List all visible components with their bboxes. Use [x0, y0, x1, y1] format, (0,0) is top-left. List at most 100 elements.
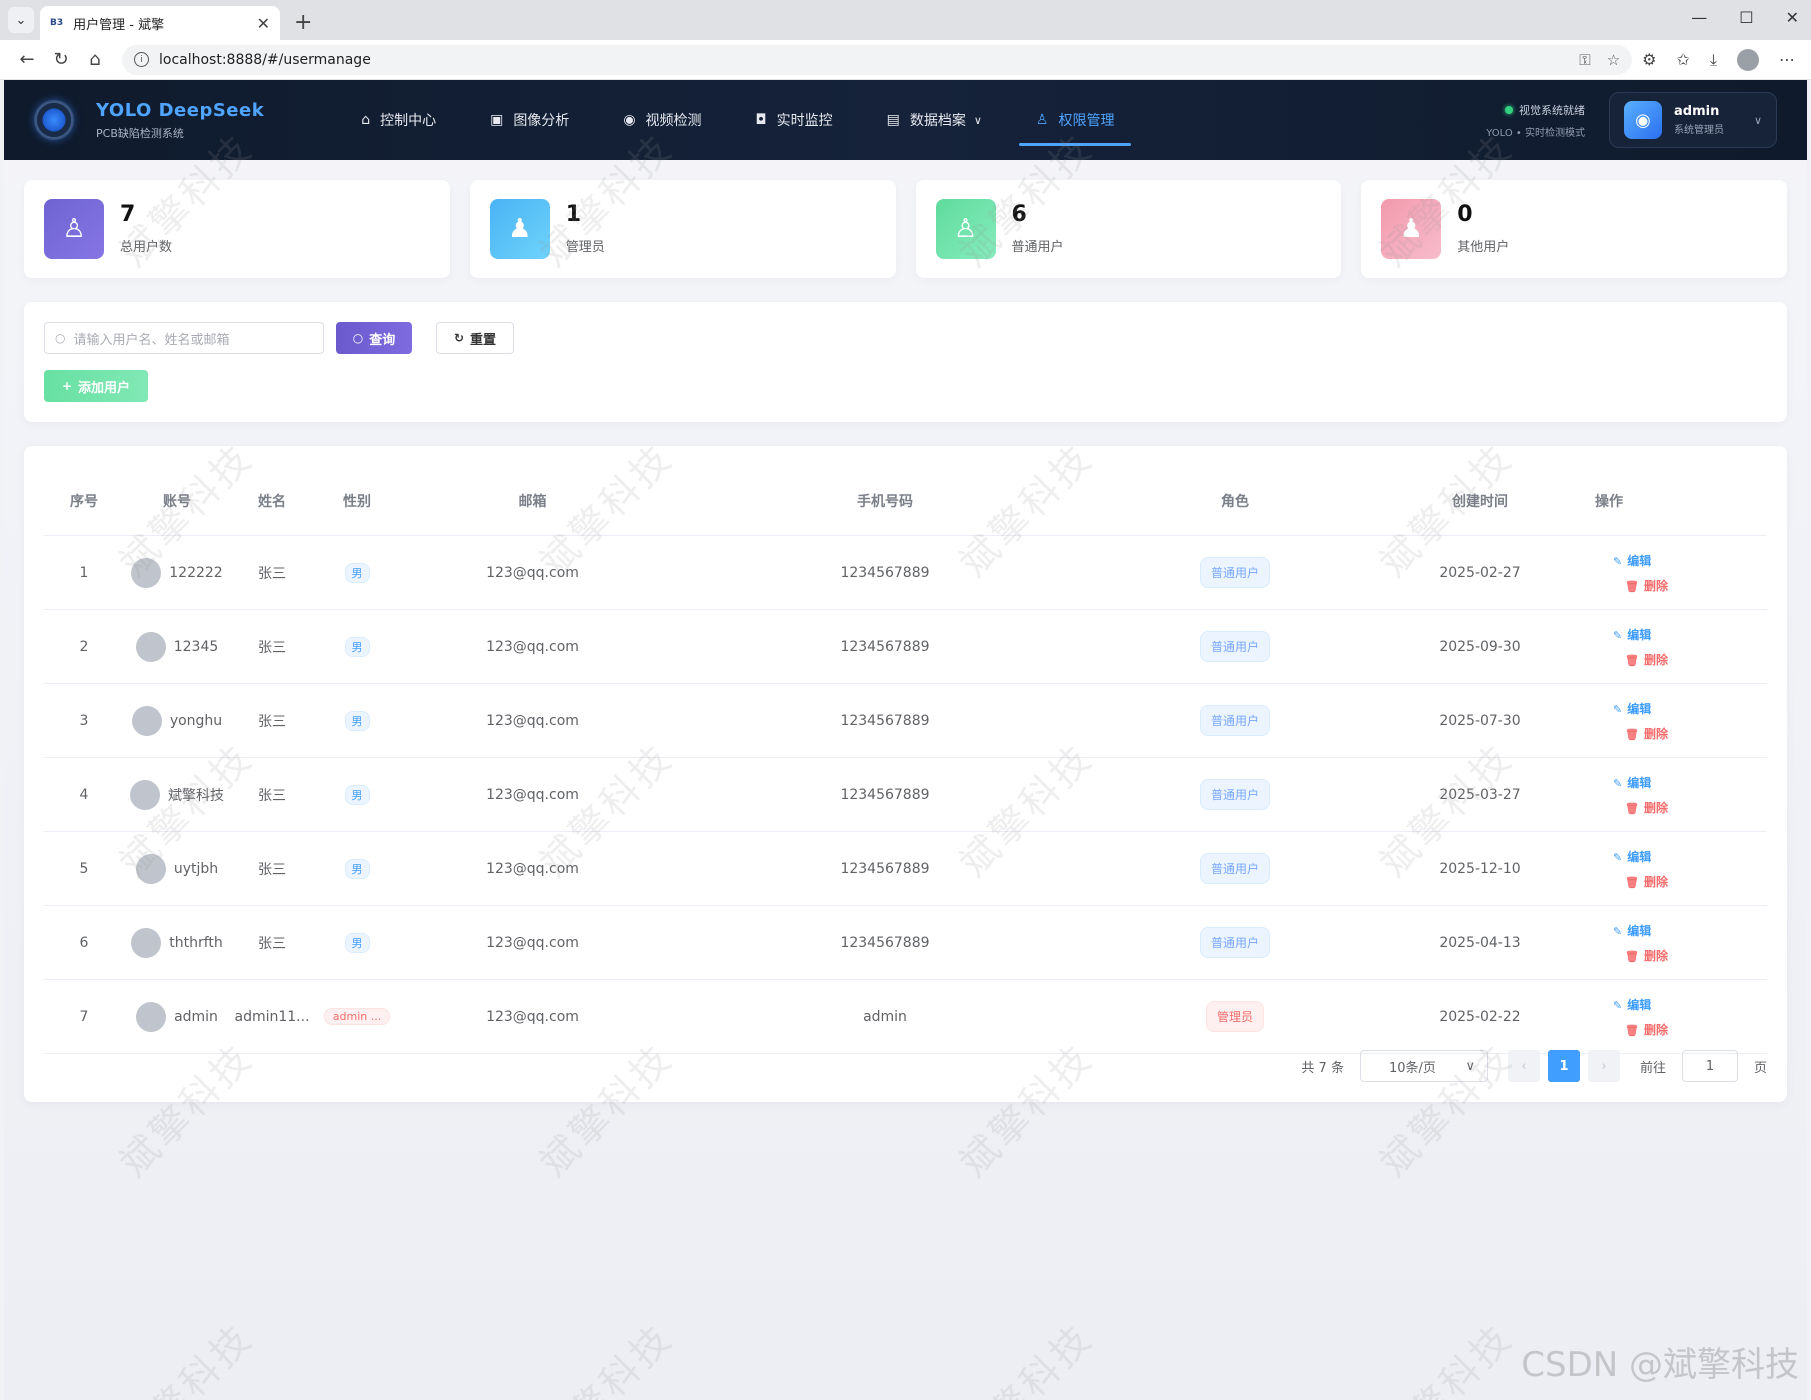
delete-button[interactable]: 🗑 删除: [1625, 947, 1668, 964]
table-body: 1 122222 张三男 123@qq.com 1234567889 普通用户 2025-0…: [44, 536, 1767, 1054]
table-row: 6 ththrfth 张三 男 123@qq.com 1234567889 普通用户 2025…: [44, 906, 1767, 980]
cell-gender: 男: [314, 784, 400, 805]
logo-icon: [34, 100, 74, 140]
delete-button[interactable]: 🗑 删除: [1625, 651, 1668, 668]
col-header: 姓名: [258, 493, 286, 510]
edit-button[interactable]: ✎ 编辑: [1613, 774, 1651, 791]
extensions-icon[interactable]: ⚙: [1642, 50, 1656, 69]
query-button[interactable]: ○ 查询: [336, 322, 412, 354]
search-panel: ○ 请输入用户名、姓名或邮箱 ○ 查询 ↻ 重置 + 添加用户: [24, 302, 1787, 422]
edit-icon: ✎: [1613, 628, 1623, 642]
brand-name: YOLO DeepSeek: [96, 99, 265, 121]
bookmark-star-icon[interactable]: ☆: [1607, 51, 1620, 69]
nav-label: 数据档案: [909, 113, 966, 129]
role-badge: 管理员: [1205, 1001, 1264, 1032]
more-menu-icon[interactable]: ⋯: [1779, 50, 1795, 69]
delete-label: 删除: [1643, 874, 1668, 889]
user-icon: ♟: [1381, 199, 1442, 259]
nav-item-realtime-monitor[interactable]: ◘ 实时监控: [729, 80, 860, 160]
cell-email: 123@qq.com: [486, 712, 579, 729]
nav-item-permission-management[interactable]: ♙ 权限管理: [1009, 80, 1142, 160]
cell-account: 12345: [124, 631, 230, 662]
account-text: 斌擎科技: [168, 787, 224, 804]
cell-email: 123@qq.com: [486, 564, 579, 581]
edit-button[interactable]: ✎ 编辑: [1613, 996, 1651, 1013]
table-row: 5 uytjbh 张三 男 123@qq.com 1234567889 普通用户 2025-1…: [44, 832, 1767, 906]
edit-button[interactable]: ✎ 编辑: [1613, 848, 1651, 865]
profile-icon[interactable]: [1737, 48, 1759, 71]
role-badge: 普通用户: [1199, 557, 1270, 588]
stat-card-total: ♙ 7 总用户数: [24, 180, 450, 278]
nav-item-video-detection[interactable]: ◉ 视频检测: [596, 80, 728, 160]
delete-button[interactable]: 🗑 删除: [1625, 1021, 1668, 1038]
nav-item-control-center[interactable]: ⌂ 控制中心: [334, 80, 463, 160]
key-icon[interactable]: ⚿: [1579, 51, 1590, 69]
add-user-button[interactable]: + 添加用户: [44, 370, 148, 402]
trash-icon: 🗑: [1625, 949, 1639, 963]
col-header: 性别: [343, 493, 371, 510]
cell-created: 2025-12-10: [1439, 860, 1521, 877]
home-page-icon[interactable]: ⌂: [78, 49, 112, 70]
edit-button[interactable]: ✎ 编辑: [1613, 552, 1651, 569]
cell-phone: 1234567889: [840, 860, 930, 877]
edit-button[interactable]: ✎ 编辑: [1613, 626, 1651, 643]
col-header: 角色: [1221, 493, 1249, 510]
nav-label: 视频检测: [645, 113, 702, 129]
table-row: 7 admin admin11... admin ... 123@qq.com admin…: [44, 980, 1767, 1054]
site-info-icon[interactable]: i: [134, 52, 149, 67]
browser-tab[interactable]: B3 用户管理 - 斌擎 ✕: [40, 6, 280, 40]
new-tab-icon[interactable]: +: [294, 10, 312, 35]
minimize-icon[interactable]: —: [1691, 8, 1707, 27]
user-menu[interactable]: ◉ admin 系统管理员 ∨: [1609, 92, 1777, 148]
delete-button[interactable]: 🗑 删除: [1625, 873, 1668, 890]
gender-tag: admin ...: [323, 1008, 391, 1025]
status-text: 视觉系统就绪: [1519, 103, 1585, 117]
cell-name: 张三: [258, 639, 286, 656]
trash-icon: 🗑: [1625, 579, 1639, 593]
cell-created: 2025-09-30: [1439, 638, 1521, 655]
delete-button[interactable]: 🗑 删除: [1625, 725, 1668, 742]
close-tab-icon[interactable]: ✕: [257, 14, 270, 33]
tab-favicon: B3: [50, 18, 64, 28]
back-icon[interactable]: ←: [10, 49, 44, 70]
prev-page-button[interactable]: ‹: [1507, 1050, 1540, 1082]
user-icon: ♙: [44, 199, 104, 259]
cell-actions: ✎ 编辑 🗑 删除: [1595, 552, 1696, 594]
stat-value: 0: [1457, 201, 1473, 227]
status-subtext: YOLO • 实时检测模式: [1486, 127, 1585, 139]
delete-button[interactable]: 🗑 删除: [1625, 799, 1668, 816]
role-badge: 普通用户: [1199, 631, 1270, 662]
maximize-icon[interactable]: ☐: [1739, 8, 1753, 27]
next-page-button[interactable]: ›: [1587, 1050, 1620, 1082]
role-badge: 普通用户: [1199, 853, 1270, 884]
nav-label: 图像分析: [513, 113, 570, 129]
search-input[interactable]: ○ 请输入用户名、姓名或邮箱: [44, 322, 324, 354]
cell-gender: admin ...: [314, 1008, 400, 1025]
cell-gender: 男: [314, 858, 400, 879]
reset-button[interactable]: ↻ 重置: [436, 322, 514, 354]
edit-label: 编辑: [1627, 849, 1652, 864]
edit-icon: ✎: [1613, 776, 1623, 790]
plus-icon: +: [61, 379, 73, 393]
cell-email: 123@qq.com: [486, 638, 579, 655]
edit-button[interactable]: ✎ 编辑: [1613, 700, 1651, 717]
gender-tag: 男: [344, 710, 370, 731]
tab-search-button[interactable]: ⌄: [8, 7, 34, 33]
col-header: 创建时间: [1452, 493, 1508, 510]
page-size-select[interactable]: 10条/页 ∨: [1359, 1050, 1488, 1082]
download-icon[interactable]: ⤓: [1710, 50, 1717, 70]
delete-button[interactable]: 🗑 删除: [1625, 577, 1668, 594]
cell-phone: 1234567889: [840, 712, 930, 729]
url-field[interactable]: i localhost:8888/#/usermanage ⚿ ☆: [122, 44, 1633, 75]
nav-item-data-archive[interactable]: ▤ 数据档案 ∨: [860, 80, 1009, 160]
goto-page-input[interactable]: 1: [1681, 1050, 1738, 1082]
favorites-icon[interactable]: ✩: [1677, 50, 1690, 69]
edit-icon: ✎: [1613, 850, 1623, 864]
close-window-icon[interactable]: ✕: [1786, 8, 1799, 27]
reload-icon[interactable]: ↻: [44, 49, 78, 70]
cell-actions: ✎ 编辑 🗑 删除: [1595, 774, 1696, 816]
page-number-button[interactable]: 1: [1547, 1050, 1580, 1082]
edit-button[interactable]: ✎ 编辑: [1613, 922, 1651, 939]
brand-subtitle: PCB缺陷检测系统: [96, 126, 184, 140]
nav-item-image-analysis[interactable]: ▣ 图像分析: [463, 80, 596, 160]
